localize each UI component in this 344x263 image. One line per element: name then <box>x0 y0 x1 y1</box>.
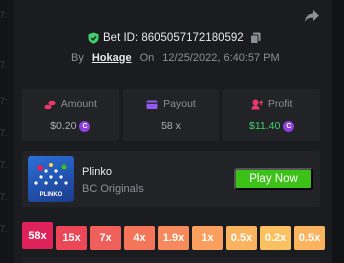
multiplier-box: 4x <box>124 226 155 250</box>
bet-id: Bet ID: 8605057172180592 <box>103 32 244 44</box>
stat-label: Amount <box>60 98 97 110</box>
multiplier-box-hit: 58x <box>22 222 53 249</box>
multiplier-box: 15x <box>56 226 87 250</box>
multiplier-box: 1x <box>192 226 223 250</box>
thumbnail-label: PLINKO <box>39 192 63 198</box>
by-label: By <box>71 51 84 64</box>
edge-label: 7: <box>0 96 8 106</box>
plinko-multipliers: 58x 15x 7x 4x 1.9x 1x 0.5x 0.2x 0.5x <box>22 222 325 250</box>
multiplier-box: 0.5x <box>294 226 325 250</box>
username-link[interactable]: Hokage <box>92 52 132 64</box>
shield-check-icon <box>88 32 99 44</box>
stat-label: Payout <box>163 98 196 110</box>
game-card: PLINKO Plinko BC Originals Play Now <box>22 151 320 207</box>
game-thumbnail[interactable]: PLINKO <box>28 156 74 202</box>
on-label: On <box>139 51 155 64</box>
game-provider: BC Originals <box>82 183 144 195</box>
edge-label: 7. <box>0 160 8 170</box>
game-name: Plinko <box>82 166 112 178</box>
edge-label: 7. <box>0 128 8 138</box>
multiplier-box: 1.9x <box>158 226 189 250</box>
stat-value: 58 x <box>161 120 181 132</box>
bottom-section <box>22 257 320 263</box>
bet-id-row: Bet ID: 8605057172180592 <box>88 30 261 46</box>
profit-icon <box>251 99 263 109</box>
background-right-edge <box>332 0 344 263</box>
background-left-edge: 7: 7. 7: 7. 7. 7. 7. <box>0 0 14 263</box>
currency-coin-icon: C <box>79 120 91 132</box>
edge-label: 7. <box>0 192 8 202</box>
stat-payout: Payout 58 x <box>122 89 220 141</box>
stat-profit: Profit $11.40 C <box>223 89 321 141</box>
copy-icon[interactable] <box>249 32 261 44</box>
wallet-icon <box>146 100 158 109</box>
stat-value: $11.40 <box>249 120 281 132</box>
bet-meta-row: By Hokage On 12/25/2022, 6:40:57 PM <box>71 50 280 65</box>
multiplier-box: 7x <box>90 226 121 250</box>
play-now-button[interactable]: Play Now <box>234 168 313 190</box>
currency-coin-icon: C <box>283 120 295 132</box>
stat-value: $0.20 <box>50 120 77 132</box>
edge-label: 7. <box>0 224 8 234</box>
multiplier-box: 0.2x <box>260 226 291 250</box>
bet-stats: Amount $0.20 C Payout 58 x Profit $11.40… <box>22 89 321 141</box>
coins-icon <box>44 100 56 109</box>
multiplier-box: 0.5x <box>226 226 257 250</box>
stat-amount: Amount $0.20 C <box>22 89 119 141</box>
bet-datetime: 12/25/2022, 6:40:57 PM <box>162 51 280 64</box>
share-icon[interactable] <box>304 9 320 23</box>
edge-label: 7: <box>0 10 8 20</box>
stat-label: Profit <box>267 98 293 110</box>
edge-label: 7. <box>0 60 8 70</box>
